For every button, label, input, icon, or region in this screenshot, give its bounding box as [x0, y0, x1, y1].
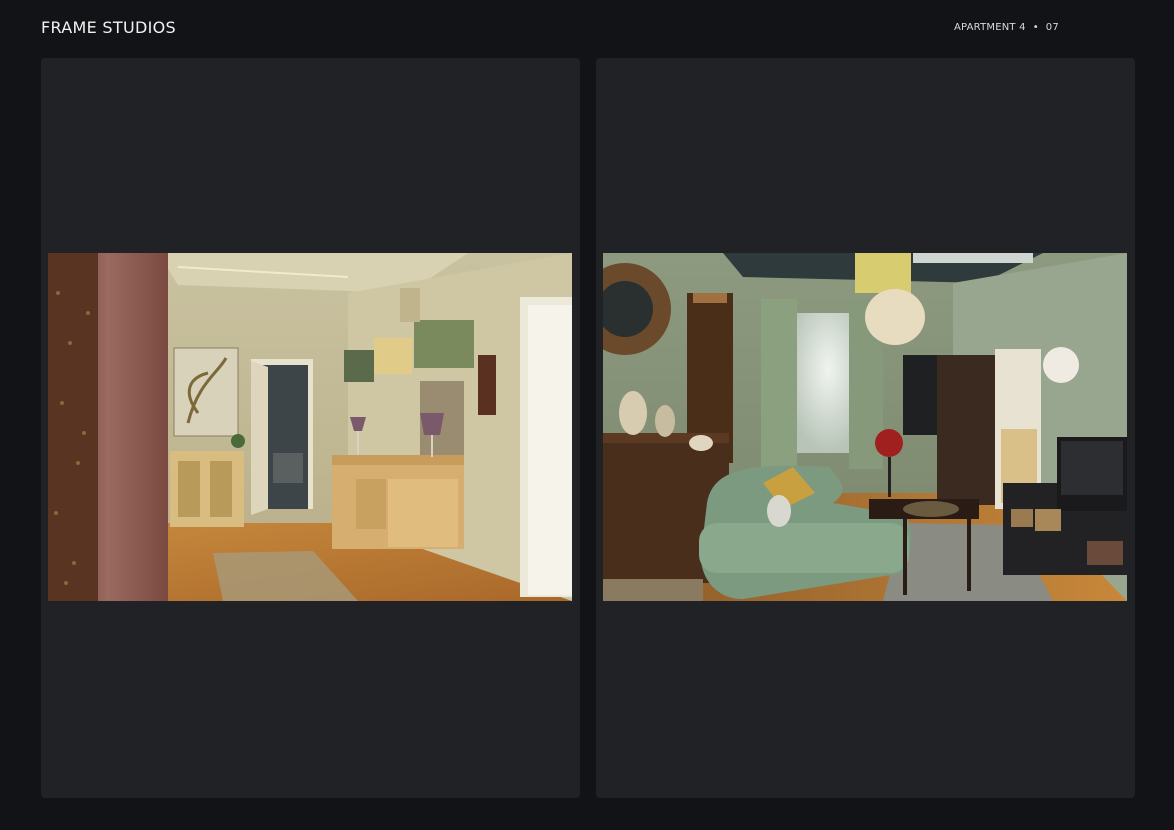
page-indicator: APARTMENT 4 • 07: [954, 22, 1059, 33]
page-number: 07: [1045, 22, 1059, 33]
photo-panel-right: [596, 58, 1135, 798]
lookbook-page: FRAME STUDIOS APARTMENT 4 • 07: [0, 0, 1174, 830]
brand-title: FRAME STUDIOS: [41, 18, 176, 37]
separator-dot: •: [1032, 22, 1039, 33]
living-room-photo[interactable]: [603, 253, 1127, 601]
living-room-illustration: [603, 253, 1127, 601]
photo-panel-left: [41, 58, 580, 798]
hallway-illustration: [48, 253, 572, 601]
hallway-photo[interactable]: [48, 253, 572, 601]
location-label: APARTMENT 4: [954, 22, 1026, 33]
